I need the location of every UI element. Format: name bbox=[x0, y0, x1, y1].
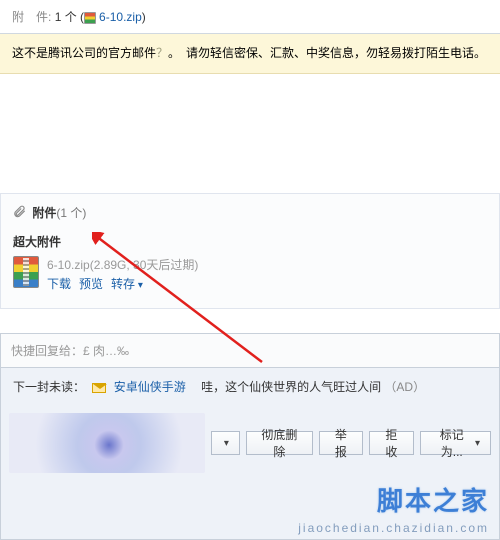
paperclip-icon bbox=[13, 205, 27, 219]
preview-link[interactable]: 预览 bbox=[79, 277, 103, 291]
watermark-area: 脚本之家 jiaochedian.chazidian.com bbox=[1, 481, 499, 539]
attachment-section: 附件(1 个) 超大附件 6-10.zip(2.89G, 30天后过期) 下载预… bbox=[0, 194, 500, 309]
warning-text-2: 。 请勿轻信密保、汇款、中奖信息，勿轻易拨打陌生电话。 bbox=[168, 46, 486, 60]
unknown-button[interactable] bbox=[211, 431, 240, 455]
next-unread-prefix: 下一封未读： bbox=[13, 380, 85, 394]
quick-reply-placeholder: £ 肉…‰ bbox=[83, 344, 129, 358]
mail-icon bbox=[92, 383, 106, 393]
watermark-big: 脚本之家 bbox=[377, 481, 489, 518]
next-unread-subject[interactable]: 安卓仙侠手游 bbox=[114, 380, 186, 394]
top-filename-link[interactable]: 6-10.zip bbox=[99, 10, 142, 24]
zip-file-icon bbox=[13, 256, 39, 288]
large-attachment-subtitle: 超大附件 bbox=[13, 233, 487, 250]
attachment-title: 附件 bbox=[32, 206, 56, 220]
forward-link[interactable]: 转存 bbox=[111, 277, 143, 291]
attachment-count: (1 个) bbox=[56, 206, 86, 220]
action-bar: 彻底删除 举报 拒收 标记为... bbox=[1, 405, 499, 481]
attachment-file-row: 6-10.zip(2.89G, 30天后过期) 下载预览转存 bbox=[13, 256, 487, 292]
decorative-graphic bbox=[9, 413, 205, 473]
mail-body-area bbox=[0, 74, 500, 194]
quick-reply-label: 快捷回复给： bbox=[11, 344, 83, 358]
zip-icon bbox=[84, 12, 96, 24]
attachment-filename: 6-10.zip bbox=[47, 258, 90, 272]
attach-label: 附 件: bbox=[12, 10, 51, 24]
next-unread-desc: 哇，这个仙侠世界的人气旺过人间 bbox=[189, 380, 381, 394]
attach-count-top: 1 个 bbox=[55, 10, 77, 24]
delete-permanently-button[interactable]: 彻底删除 bbox=[246, 431, 313, 455]
reject-button[interactable]: 拒收 bbox=[369, 431, 413, 455]
ad-label: （AD） bbox=[384, 380, 425, 394]
download-link[interactable]: 下载 bbox=[47, 277, 71, 291]
warning-text-1: 这不是腾讯公司的官方邮件 bbox=[12, 46, 156, 60]
top-attachment-line: 附 件: 1 个 (6-10.zip) bbox=[0, 0, 500, 34]
attachment-filemeta: (2.89G, 30天后过期) bbox=[90, 258, 199, 272]
mark-as-button[interactable]: 标记为... bbox=[420, 431, 491, 455]
security-warning-bar: 这不是腾讯公司的官方邮件？。 请勿轻信密保、汇款、中奖信息，勿轻易拨打陌生电话。 bbox=[0, 34, 500, 74]
quick-reply-input[interactable]: 快捷回复给：£ 肉…‰ bbox=[0, 333, 500, 368]
watermark-small: jiaochedian.chazidian.com bbox=[298, 521, 489, 535]
report-button[interactable]: 举报 bbox=[319, 431, 363, 455]
next-unread-row: 下一封未读： 安卓仙侠手游 哇，这个仙侠世界的人气旺过人间 （AD） bbox=[1, 368, 499, 405]
help-icon[interactable]: ？ bbox=[156, 46, 168, 60]
attachment-header: 附件(1 个) bbox=[1, 194, 499, 229]
